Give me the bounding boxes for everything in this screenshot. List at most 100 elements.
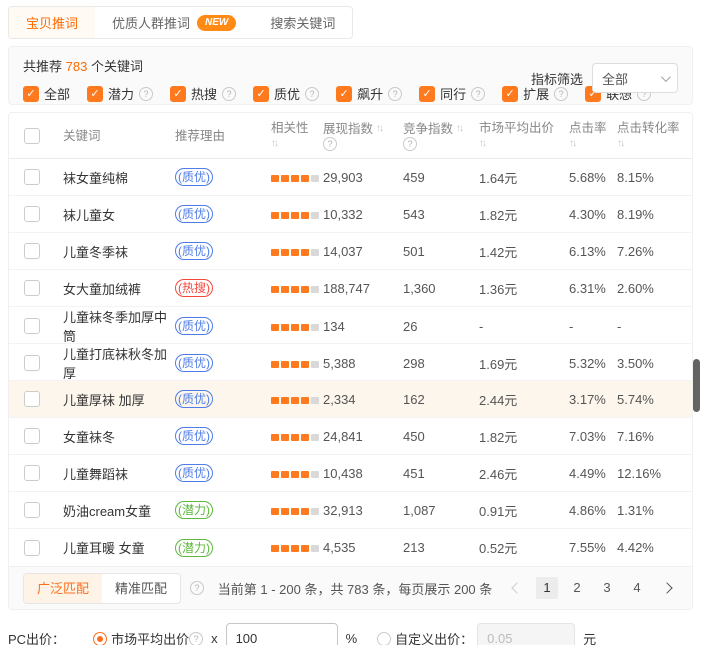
column-header-label: 竞争指数 [403, 121, 453, 137]
reason-badge: (质优) [175, 205, 213, 223]
column-header-price[interactable]: 市场平均出价↑↓ [471, 120, 561, 152]
price-cell: 1.69元 [471, 354, 561, 373]
page-button-3[interactable]: 3 [596, 577, 618, 599]
keyword-cell: 儿童耳暖 女童 [55, 538, 167, 557]
chevron-down-icon [661, 72, 671, 82]
filter-option-飙升[interactable]: ✓飙升? [336, 84, 402, 103]
tab-item-audience-keywords[interactable]: 优质人群推词 NEW [95, 7, 253, 38]
price-cell: 1.42元 [471, 242, 561, 261]
broad-match-button[interactable]: 广泛匹配 [24, 574, 102, 603]
keyword-cell: 儿童厚袜 加厚 [55, 390, 167, 409]
filter-option-质优[interactable]: ✓ 质优? [253, 84, 319, 103]
cvr-cell: 12.16% [609, 466, 692, 481]
row-checkbox[interactable] [24, 280, 40, 296]
row-checkbox[interactable] [24, 391, 40, 407]
sort-icon[interactable]: ↑↓ [271, 136, 277, 152]
keyword-cell: 女童袜冬 [55, 427, 167, 446]
reason-badge: (质优) [175, 354, 213, 372]
page-button-1[interactable]: 1 [536, 577, 558, 599]
keyword-count: 783 [66, 59, 88, 74]
vertical-scrollbar-thumb[interactable] [693, 359, 700, 412]
sort-icon[interactable]: ↑↓ [456, 121, 462, 137]
metric-filter-select[interactable]: 全部 [592, 63, 678, 93]
help-icon[interactable]: ? [388, 87, 402, 101]
row-checkbox[interactable] [24, 502, 40, 518]
reason-badge: (质优) [175, 242, 213, 260]
row-checkbox[interactable] [24, 428, 40, 444]
help-icon[interactable]: ? [403, 137, 417, 151]
table-row: 女大童加绒裤(热搜)188,7471,3601.36元6.31%2.60% [9, 270, 692, 307]
column-header-ctr[interactable]: 点击率↑↓ [561, 120, 609, 152]
filter-option-全部[interactable]: ✓全部 [23, 84, 70, 103]
column-header-impression[interactable]: 展现指数↑↓? [315, 121, 395, 151]
tab-item-product-keywords[interactable]: 宝贝推词 [9, 7, 95, 38]
checkbox-checked-icon[interactable]: ✓ [170, 86, 186, 102]
row-checkbox[interactable] [24, 465, 40, 481]
reason-badge: (质优) [175, 390, 213, 408]
help-icon[interactable]: ? [471, 87, 485, 101]
cvr-cell: 8.19% [609, 207, 692, 222]
row-checkbox[interactable] [24, 540, 40, 556]
sort-icon[interactable]: ↑↓ [479, 136, 485, 152]
competition-cell: 450 [395, 429, 471, 444]
filter-option-潜力[interactable]: ✓潜力? [87, 84, 153, 103]
checkbox-checked-icon[interactable]: ✓ [502, 86, 518, 102]
reason-badge: (质优) [175, 464, 213, 482]
help-icon[interactable]: ? [222, 87, 236, 101]
checkbox-checked-icon[interactable]: ✓ [419, 86, 435, 102]
row-checkbox[interactable] [24, 318, 40, 334]
price-cell: 0.91元 [471, 501, 561, 520]
pagination: 1234 [506, 577, 678, 599]
keyword-recommendation-page: 宝贝推词 优质人群推词 NEW 搜索关键词 共推荐 783 个关键词 ✓全部✓潜… [0, 0, 701, 645]
checkbox-checked-icon[interactable]: ✓ [336, 86, 352, 102]
cvr-cell: 3.50% [609, 356, 692, 371]
row-checkbox[interactable] [24, 243, 40, 259]
filter-option-热搜[interactable]: ✓热搜? [170, 84, 236, 103]
filter-option-同行[interactable]: ✓同行? [419, 84, 485, 103]
custom-price-input[interactable] [477, 623, 575, 645]
market-percent-input[interactable] [226, 623, 338, 645]
page-button-4[interactable]: 4 [626, 577, 648, 599]
impression-cell: 10,438 [315, 466, 395, 481]
impression-cell: 4,535 [315, 540, 395, 555]
custom-price-radio[interactable] [377, 632, 391, 645]
column-header-cvr[interactable]: 点击转化率↑↓ [609, 120, 692, 152]
next-page-button[interactable] [656, 577, 678, 599]
row-checkbox[interactable] [24, 206, 40, 222]
sort-icon[interactable]: ↑↓ [569, 136, 575, 152]
impression-cell: 32,913 [315, 503, 395, 518]
column-header-label: 点击转化率 [617, 120, 680, 136]
chevron-left-icon [511, 582, 522, 593]
ctr-cell: 3.17% [561, 392, 609, 407]
price-cell: 2.46元 [471, 464, 561, 483]
exact-match-button[interactable]: 精准匹配 [102, 574, 180, 603]
column-header-relevance[interactable]: 相关性↑↓ [263, 120, 315, 152]
help-icon[interactable]: ? [190, 581, 204, 595]
help-icon[interactable]: ? [139, 87, 153, 101]
help-icon[interactable]: ? [323, 137, 337, 151]
help-icon[interactable]: ? [189, 632, 203, 645]
prev-page-button[interactable] [506, 577, 528, 599]
market-price-radio[interactable] [93, 632, 107, 645]
pc-bid-label: PC出价： [8, 629, 65, 645]
row-checkbox[interactable] [24, 169, 40, 185]
keyword-cell: 袜儿童女 [55, 205, 167, 224]
sort-icon[interactable]: ↑↓ [617, 136, 623, 152]
header-checkbox[interactable] [24, 128, 40, 144]
impression-cell: 14,037 [315, 244, 395, 259]
filter-option-label: 质优 [274, 84, 300, 103]
tab-item-search-keywords[interactable]: 搜索关键词 [253, 7, 352, 38]
help-icon[interactable]: ? [305, 87, 319, 101]
page-button-2[interactable]: 2 [566, 577, 588, 599]
ctr-cell: 4.30% [561, 207, 609, 222]
sort-icon[interactable]: ↑↓ [376, 121, 382, 137]
cvr-cell: 4.42% [609, 540, 692, 555]
ctr-cell: 4.86% [561, 503, 609, 518]
pc-bid-row: PC出价： 市场平均出价 ? x % 自定义出价： 元 [8, 623, 693, 645]
checkbox-checked-icon[interactable]: ✓ [253, 86, 269, 102]
metric-filter-label: 指标筛选 [531, 69, 583, 88]
row-checkbox[interactable] [24, 355, 40, 371]
checkbox-checked-icon[interactable]: ✓ [87, 86, 103, 102]
column-header-competition[interactable]: 竞争指数↑↓? [395, 121, 471, 151]
checkbox-checked-icon[interactable]: ✓ [23, 86, 39, 102]
